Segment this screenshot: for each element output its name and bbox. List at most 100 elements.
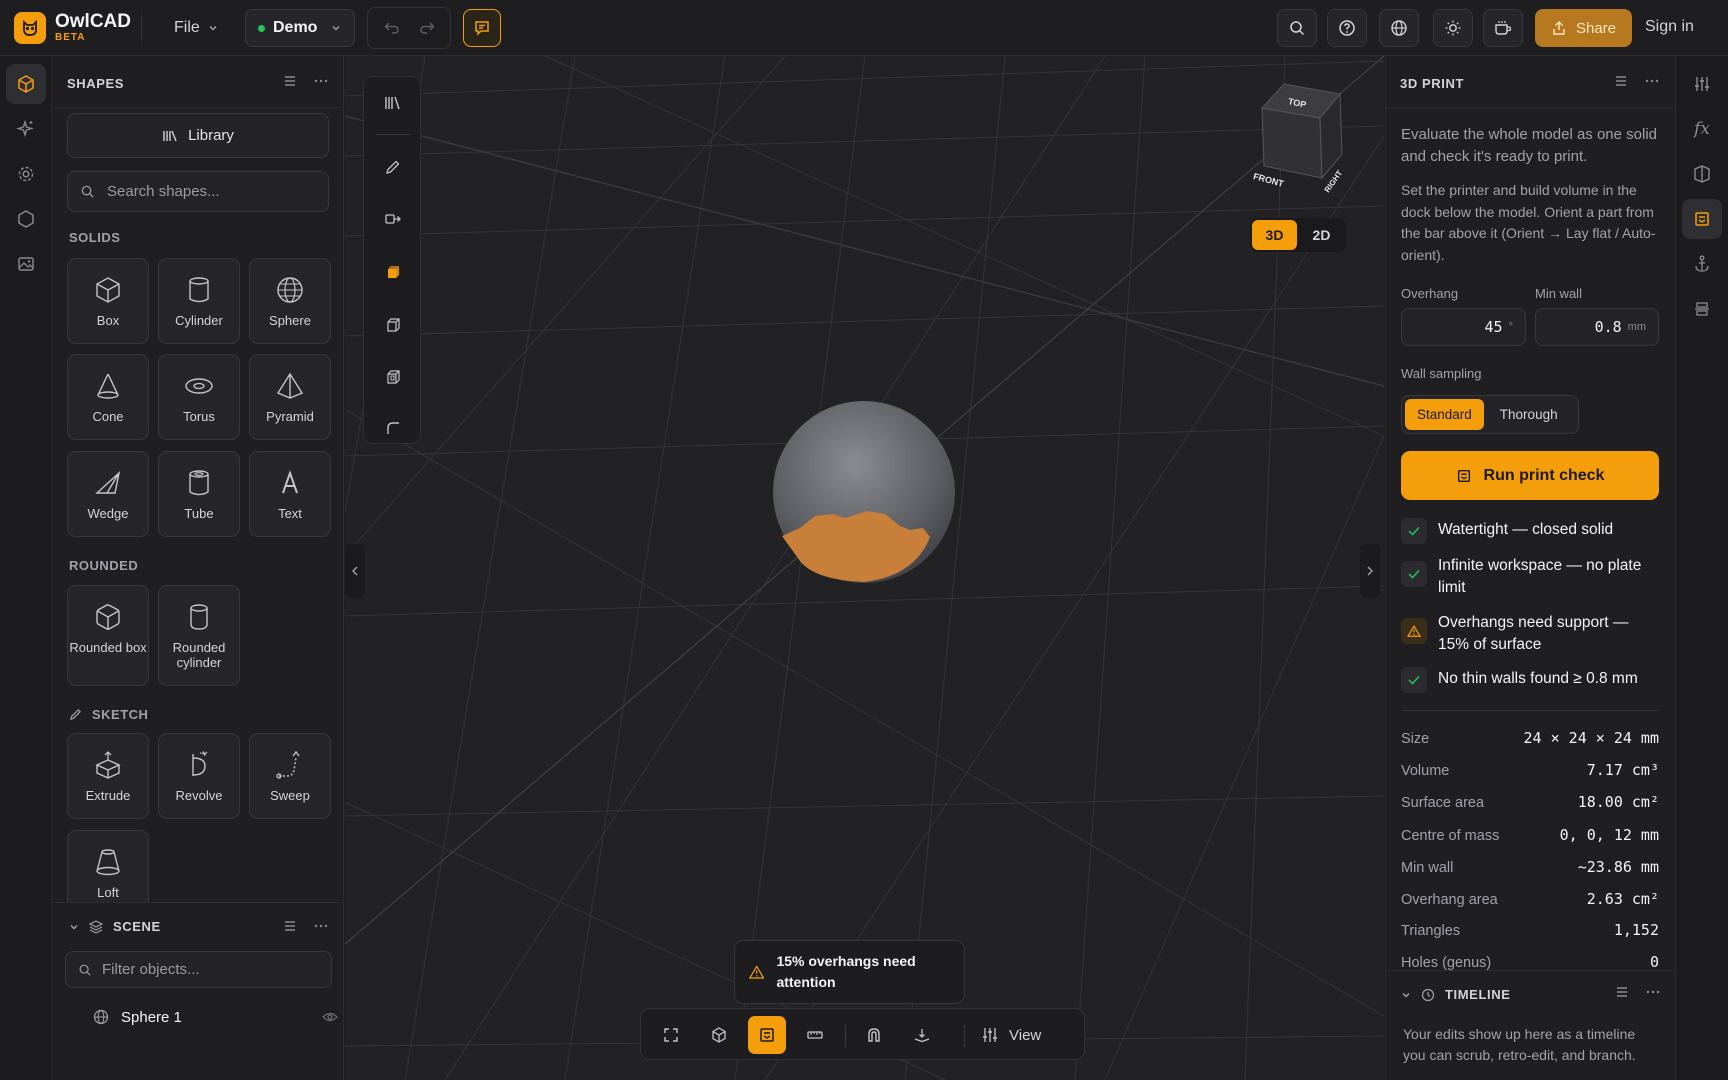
sketch-tool[interactable]: [373, 149, 413, 185]
library-tool[interactable]: [373, 85, 413, 121]
snap-button[interactable]: [855, 1016, 893, 1054]
shape-cone[interactable]: Cone: [67, 354, 149, 440]
collapse-right-button[interactable]: [1360, 544, 1380, 598]
rail-section[interactable]: [1682, 154, 1722, 194]
orient-button[interactable]: [700, 1016, 738, 1054]
shape-rounded-box[interactable]: Rounded box: [67, 585, 149, 686]
shape-sphere[interactable]: Sphere: [249, 258, 331, 344]
view-mode-toggle: 3D 2D: [1250, 218, 1346, 252]
mode-2d-button[interactable]: 2D: [1299, 220, 1344, 250]
transform-tool[interactable]: [373, 201, 413, 237]
redo-icon[interactable]: [418, 19, 436, 37]
3d-viewport[interactable]: TOP FRONT RIGHT 3D 2D 15% overhangs need…: [345, 56, 1384, 1080]
list-icon[interactable]: [1615, 985, 1629, 999]
rail-3d-print[interactable]: [1682, 199, 1722, 239]
ground-button[interactable]: [903, 1016, 941, 1054]
check-text: No thin walls found ≥ 0.8 mm: [1438, 670, 1638, 687]
shape-loft[interactable]: Loft: [67, 830, 149, 902]
rail-settings[interactable]: [6, 154, 46, 194]
magnet-icon: [868, 1028, 880, 1042]
library-button[interactable]: Library: [67, 113, 329, 158]
more-icon[interactable]: [313, 919, 329, 933]
extrude-icon: [95, 751, 121, 779]
owl-logo-icon[interactable]: [14, 12, 46, 44]
project-selector[interactable]: Demo: [245, 9, 355, 47]
more-icon[interactable]: [1644, 74, 1660, 88]
shell-tool[interactable]: [373, 307, 413, 343]
ruler-icon: [807, 1031, 823, 1039]
sign-in-link[interactable]: Sign in: [1645, 18, 1694, 36]
list-icon[interactable]: [1614, 74, 1628, 88]
section-view-icon: [1694, 165, 1710, 183]
help-icon: [1339, 20, 1355, 36]
shape-extrude[interactable]: Extrude: [67, 733, 149, 819]
scene-header[interactable]: SCENE: [69, 919, 161, 934]
help-button[interactable]: [1327, 9, 1367, 47]
mode-3d-button[interactable]: 3D: [1252, 220, 1297, 250]
view-menu-button[interactable]: View: [981, 1016, 1041, 1054]
file-menu[interactable]: File: [166, 14, 226, 42]
scene-object-name: Sphere 1: [121, 1008, 182, 1026]
measure-button[interactable]: [796, 1016, 834, 1054]
shape-search-input[interactable]: Search shapes...: [67, 171, 329, 212]
view-cube[interactable]: TOP FRONT RIGHT: [1240, 74, 1360, 194]
text-icon: [282, 469, 298, 494]
shape-revolve[interactable]: Revolve: [158, 733, 240, 819]
shape-box[interactable]: Box: [67, 258, 149, 344]
language-button[interactable]: [1379, 9, 1419, 47]
stat-label: Centre of mass: [1401, 828, 1500, 844]
run-print-check-button[interactable]: Run print check: [1401, 451, 1659, 500]
collapse-left-button[interactable]: [345, 544, 365, 598]
search-button[interactable]: [1277, 9, 1317, 47]
shape-rounded-cylinder[interactable]: Rounded cylinder: [158, 585, 240, 686]
solid-tool[interactable]: [373, 254, 413, 290]
shape-pyramid[interactable]: Pyramid: [249, 354, 331, 440]
overhang-input[interactable]: 45 °: [1401, 308, 1526, 346]
tube-icon: [189, 470, 209, 496]
share-label: Share: [1575, 19, 1617, 37]
rail-align[interactable]: [1682, 289, 1722, 329]
print-check-button[interactable]: [748, 1016, 786, 1054]
timeline-header[interactable]: TIMELINE: [1401, 987, 1510, 1002]
fit-view-button[interactable]: [652, 1016, 690, 1054]
shape-wedge[interactable]: Wedge: [67, 451, 149, 537]
boolean-tool[interactable]: [373, 359, 413, 395]
support-button[interactable]: [1483, 9, 1523, 47]
stat-value: 18.00 cm²: [1577, 793, 1659, 811]
shape-tube[interactable]: Tube: [158, 451, 240, 537]
rail-ai[interactable]: [6, 109, 46, 149]
rail-images[interactable]: [6, 244, 46, 284]
list-icon[interactable]: [283, 74, 297, 88]
eye-icon[interactable]: [322, 1011, 338, 1023]
shape-text[interactable]: Text: [249, 451, 331, 537]
minwall-input[interactable]: 0.8 mm: [1535, 308, 1659, 346]
rail-properties[interactable]: [1682, 64, 1722, 104]
stat-label: Min wall: [1401, 860, 1454, 876]
top-bar: OwlCAD BETA File Demo Share Sign in: [0, 0, 1728, 56]
brand: OwlCAD BETA: [55, 12, 131, 44]
list-icon[interactable]: [283, 919, 297, 933]
more-icon[interactable]: [313, 74, 329, 88]
shape-label: Box: [96, 313, 120, 328]
shape-torus[interactable]: Torus: [158, 354, 240, 440]
theme-button[interactable]: [1433, 9, 1473, 47]
more-icon[interactable]: [1645, 985, 1661, 999]
undo-icon[interactable]: [383, 19, 401, 37]
ground-plane-icon: [914, 1029, 930, 1043]
rail-shapes[interactable]: [6, 64, 46, 104]
toast-message: 15% overhangs need attention: [776, 953, 916, 990]
check-workspace: Infinite workspace — no plate limit: [1401, 554, 1659, 599]
shape-sweep[interactable]: Sweep: [249, 733, 331, 819]
scene-object-row[interactable]: Sphere 1: [93, 1006, 338, 1028]
shape-cylinder[interactable]: Cylinder: [158, 258, 240, 344]
rail-joints[interactable]: [1682, 244, 1722, 284]
cube-axis-icon: [712, 1027, 726, 1043]
rail-parameters[interactable]: fx: [1682, 109, 1722, 149]
comments-button[interactable]: [463, 9, 501, 47]
fillet-tool[interactable]: [373, 410, 413, 446]
filter-objects-input[interactable]: Filter objects...: [65, 951, 332, 988]
share-button[interactable]: Share: [1535, 9, 1632, 47]
sampling-thorough[interactable]: Thorough: [1488, 399, 1570, 430]
sampling-standard[interactable]: Standard: [1405, 399, 1484, 430]
rail-parts[interactable]: [6, 199, 46, 239]
